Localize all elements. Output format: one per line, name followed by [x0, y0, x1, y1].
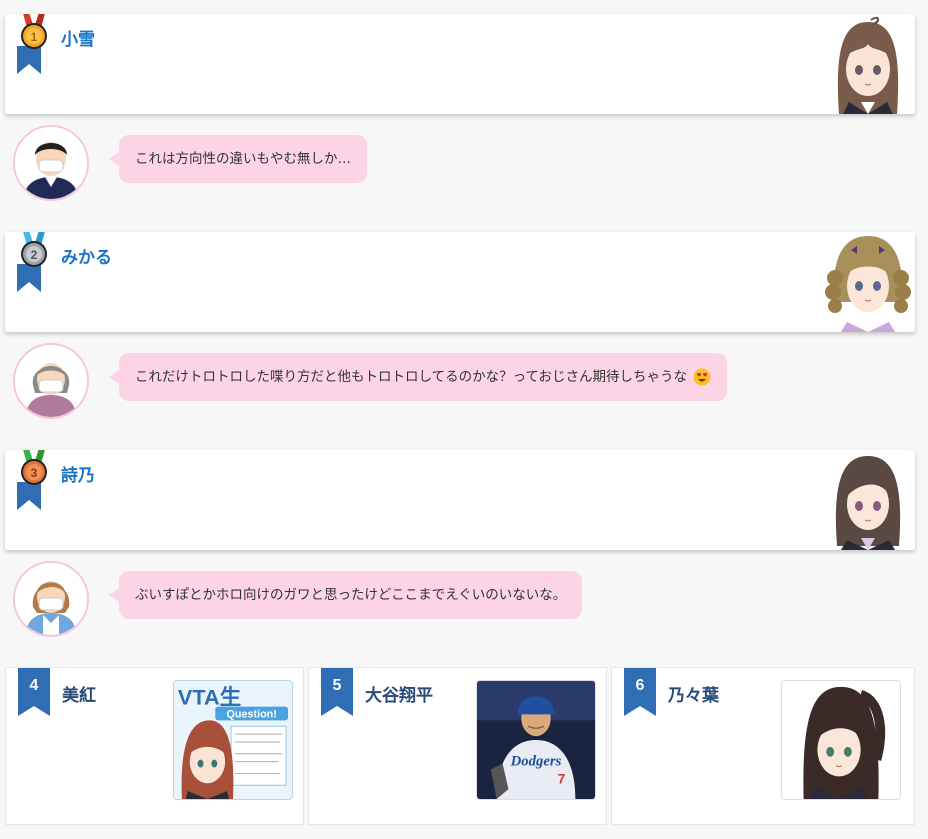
- masked-man-avatar-icon: [13, 125, 89, 201]
- silver-medal-icon: 2: [17, 232, 47, 292]
- masked-woman-avatar-icon: [13, 561, 89, 637]
- comment-bubble: ぶいすぽとかホロ向けのガワと思ったけどここまでえぐいのいないな。: [108, 571, 583, 619]
- comment-bubble: これだけトロトロした喋り方だと他もトロトロしてるのかな？っておじさん期待しちゃう…: [108, 353, 728, 401]
- comment-bubble: これは方向性の違いもやむ無しか…: [109, 135, 367, 183]
- comment-text: これは方向性の違いもやむ無しか…: [135, 151, 351, 167]
- runners-up-list: 4 美紅 VTA生 Question! 5 大谷翔平 Dodgers 7 6 乃…: [5, 667, 915, 827]
- rank-number: 6: [635, 677, 645, 694]
- heart-eyes-emoji: [693, 368, 711, 386]
- comment-row: これだけトロトロした喋り方だと他もトロトロしてるのかな？っておじさん期待しちゃう…: [0, 343, 928, 423]
- character-avatar-dark-hair: [835, 456, 901, 550]
- character-avatar-brown-hair: [837, 16, 899, 114]
- comment-row: これは方向性の違いもやむ無しか…: [0, 125, 928, 205]
- character-thumbnail[interactable]: VTA生 Question!: [173, 680, 293, 800]
- comment-text: これだけトロトロした喋り方だと他もトロトロしてるのかな？っておじさん期待しちゃう…: [135, 369, 688, 385]
- ranking-card-2[interactable]: 2 みかる: [5, 232, 915, 332]
- svg-text:1: 1: [31, 30, 38, 44]
- svg-text:2: 2: [31, 248, 38, 262]
- character-thumbnail[interactable]: [781, 680, 901, 800]
- jersey-text: Dodgers: [510, 754, 562, 770]
- comment-row: ぶいすぽとかホロ向けのガワと思ったけどここまでえぐいのいないな。: [0, 561, 928, 641]
- rank-number: 5: [332, 677, 342, 694]
- gold-medal-icon: 1: [17, 14, 47, 74]
- ranking-card-1[interactable]: 1 小雪: [5, 14, 915, 114]
- thumbnail-title: VTA生: [178, 685, 241, 710]
- baseball-player-photo[interactable]: Dodgers 7: [476, 680, 596, 800]
- ranking-name[interactable]: 小雪: [61, 25, 95, 50]
- ranking-name[interactable]: 大谷翔平: [365, 681, 433, 706]
- ranking-name[interactable]: 詩乃: [61, 461, 95, 486]
- svg-text:3: 3: [31, 466, 38, 480]
- ranking-card-6[interactable]: 6 乃々葉: [611, 667, 915, 825]
- thumbnail-subtitle: Question!: [226, 708, 276, 720]
- rank-number: 4: [29, 677, 39, 694]
- masked-elderly-woman-avatar-icon: [13, 343, 89, 419]
- ranking-card-4[interactable]: 4 美紅 VTA生 Question!: [5, 667, 304, 825]
- ranking-name[interactable]: みかる: [61, 243, 112, 268]
- ranking-card-3[interactable]: 3 詩乃: [5, 450, 915, 550]
- svg-text:7: 7: [558, 771, 566, 786]
- ranking-name[interactable]: 乃々葉: [668, 681, 719, 706]
- ranking-card-5[interactable]: 5 大谷翔平 Dodgers 7: [308, 667, 607, 825]
- ranking-name[interactable]: 美紅: [62, 681, 96, 706]
- character-avatar-blonde-braids: [825, 236, 911, 332]
- comment-text: ぶいすぽとかホロ向けのガワと思ったけどここまでえぐいのいないな。: [135, 587, 567, 603]
- bronze-medal-icon: 3: [17, 450, 47, 510]
